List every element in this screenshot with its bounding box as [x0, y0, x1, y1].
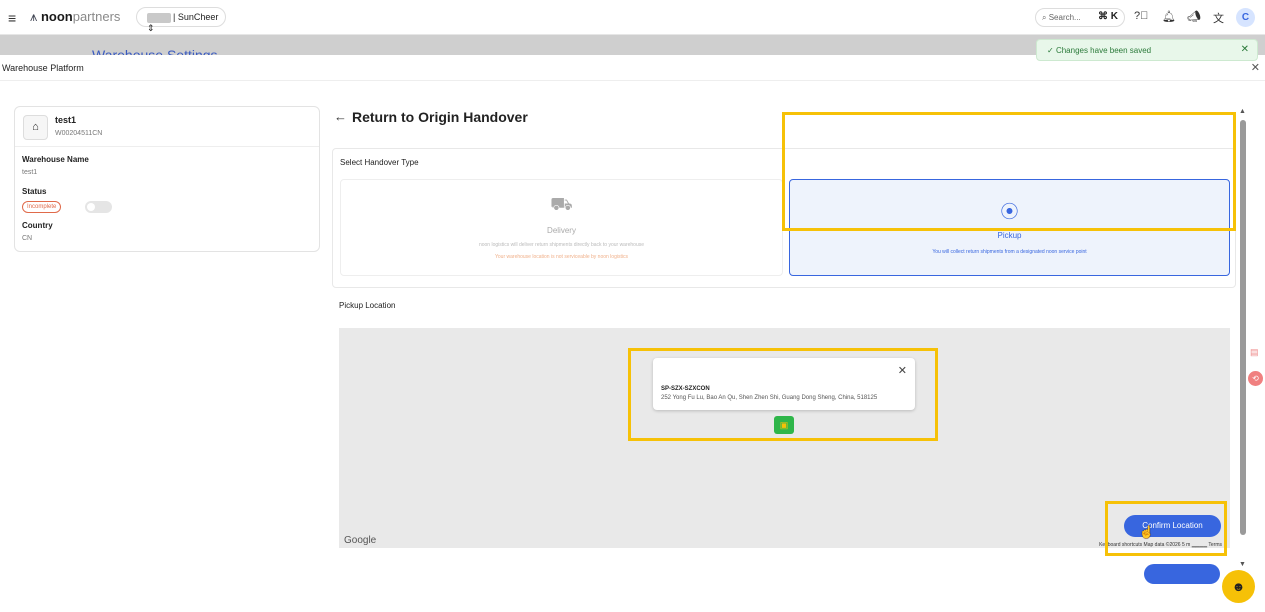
- translate-icon[interactable]: 文: [1213, 10, 1224, 26]
- success-toast: ✓ Changes have been saved ✕: [1036, 39, 1258, 61]
- warehouse-name-label: Warehouse Name: [22, 155, 89, 164]
- panel-title: Warehouse Platform: [2, 63, 84, 73]
- chat-assistant-icon[interactable]: ☻: [1222, 570, 1255, 603]
- side-translate-icon[interactable]: ⟲: [1248, 371, 1263, 386]
- search-shortcut: ⌘ K: [1098, 11, 1118, 22]
- scroll-up-arrow-icon[interactable]: ▲: [1239, 108, 1246, 115]
- announcements-icon[interactable]: 📣︎: [1187, 10, 1201, 23]
- brand-noon: noon: [40, 9, 73, 24]
- back-arrow-icon[interactable]: ←: [334, 109, 347, 124]
- brand-partners: partners: [72, 9, 121, 24]
- delivery-warning: Your warehouse location is not serviceab…: [495, 254, 628, 260]
- status-toggle[interactable]: [85, 201, 112, 213]
- top-bar: ≡ ⩚ noonpartners | SunCheer ⇕ ⌕ Search..…: [0, 0, 1265, 35]
- status-label: Status: [22, 187, 47, 196]
- warehouse-name-value: test1: [22, 169, 38, 176]
- side-note-icon[interactable]: ▤: [1250, 347, 1259, 358]
- delivery-title: Delivery: [547, 226, 576, 235]
- store-avatar: [147, 12, 171, 23]
- warehouse-summary-card: ⌂ test1 W00204511CN Warehouse Name test1…: [14, 106, 320, 252]
- notifications-icon[interactable]: 🔔︎: [1162, 10, 1176, 23]
- scroll-down-arrow-icon[interactable]: ▼: [1239, 561, 1246, 568]
- warehouse-code: W00204511CN: [55, 130, 103, 137]
- highlight-box-popup: [628, 348, 938, 441]
- pickup-description: You will collect return shipments from a…: [932, 249, 1087, 255]
- brand-logo[interactable]: ⩚ noonpartners: [30, 9, 120, 25]
- menu-icon[interactable]: ≡: [8, 10, 16, 26]
- warehouse-icon: ⌂: [23, 115, 48, 140]
- delivery-option[interactable]: ⛟ Delivery noon logistics will deliver r…: [340, 179, 783, 276]
- search-input[interactable]: ⌕ Search... ⌘ K: [1035, 8, 1125, 27]
- delivery-description: noon logistics will deliver return shipm…: [478, 242, 645, 248]
- help-icon[interactable]: ?⃝: [1134, 10, 1148, 22]
- save-button[interactable]: [1144, 564, 1220, 584]
- country-value: CN: [22, 235, 33, 242]
- warehouse-title: test1: [55, 115, 77, 125]
- store-selector[interactable]: | SunCheer ⇕: [136, 7, 226, 33]
- search-placeholder: Search...: [1048, 13, 1081, 22]
- status-badge: Incomplete: [22, 201, 62, 213]
- google-logo: Google: [344, 535, 377, 546]
- panel-close-icon[interactable]: ✕: [1251, 61, 1260, 74]
- handover-type-label: Select Handover Type: [340, 158, 419, 167]
- country-label: Country: [22, 221, 53, 230]
- toast-message: Changes have been saved: [1055, 46, 1152, 55]
- highlight-box-pickup: [782, 112, 1236, 231]
- page-title: Return to Origin Handover: [352, 109, 528, 125]
- mouse-cursor-icon: ☝: [1139, 525, 1154, 539]
- pickup-title: Pickup: [997, 231, 1022, 240]
- scrollbar[interactable]: [1240, 120, 1246, 535]
- warehouse-card-header: ⌂ test1 W00204511CN: [15, 107, 319, 147]
- truck-icon: ⛟: [550, 194, 573, 214]
- highlight-box-confirm: [1105, 501, 1227, 556]
- background-page-title: Warehouse Settings: [92, 47, 218, 55]
- user-avatar[interactable]: C: [1236, 8, 1255, 27]
- pickup-location-label: Pickup Location: [339, 301, 396, 310]
- toast-close-icon[interactable]: ✕: [1241, 44, 1249, 55]
